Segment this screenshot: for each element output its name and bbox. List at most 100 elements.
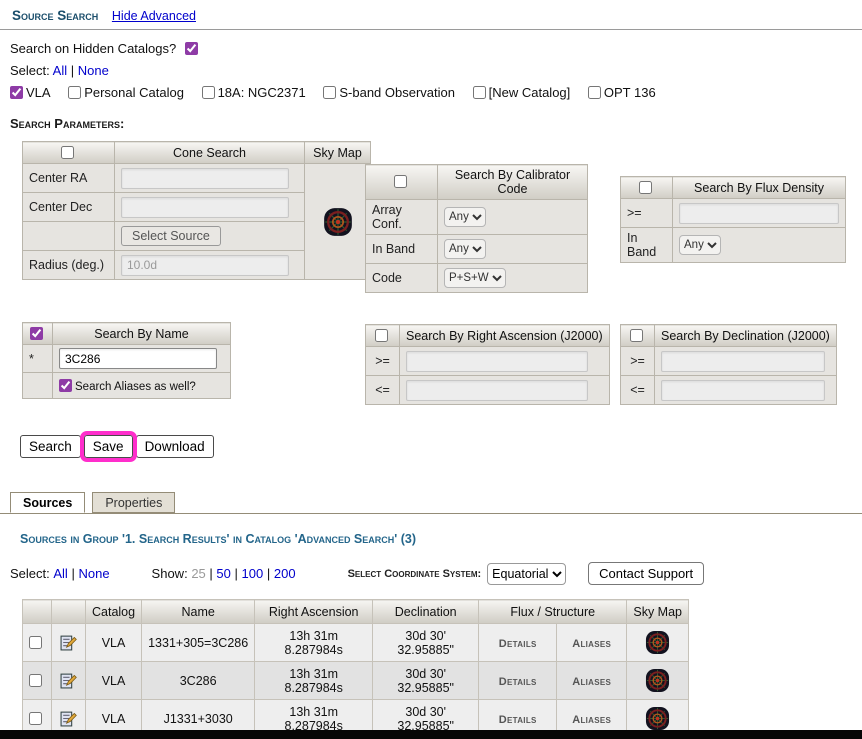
catalog-checkbox-new[interactable]: [473, 86, 486, 99]
cell-ra: 13h 31m 8.287984s: [255, 624, 373, 662]
sky-map-icon[interactable]: [323, 207, 353, 237]
cell-ra: 13h 31m 8.287984s: [255, 662, 373, 700]
results-controls-row: Select: All | None Show: 25 | 50 | 100 |…: [10, 562, 862, 585]
sky-map-icon[interactable]: [645, 706, 670, 731]
name-enable-checkbox[interactable]: [30, 327, 43, 340]
edit-icon[interactable]: [60, 672, 77, 689]
catalog-checkbox-18a[interactable]: [202, 86, 215, 99]
cell-dec: 30d 30' 32.95885": [373, 624, 479, 662]
catalog-checkbox-row: VLA Personal Catalog 18A: NGC2371 S-band…: [10, 85, 862, 100]
search-aliases-option[interactable]: Search Aliases as well?: [59, 379, 196, 393]
sources-table-header: Catalog Name Right Ascension Declination…: [23, 600, 689, 624]
results-select-none-link[interactable]: None: [78, 566, 109, 581]
hidden-catalogs-row: Search on Hidden Catalogs?: [10, 41, 862, 56]
ra-search-title: Search By Right Ascension (J2000): [400, 325, 610, 347]
cone-search-panel: Cone Search Sky Map Center RA Cent: [22, 141, 371, 280]
hide-advanced-link[interactable]: Hide Advanced: [112, 9, 196, 23]
details-link[interactable]: Details: [499, 714, 537, 726]
row-checkbox[interactable]: [29, 712, 42, 725]
row-checkbox[interactable]: [29, 674, 42, 687]
dec-ge-input[interactable]: [661, 351, 825, 372]
radius-label: Radius (deg.): [23, 251, 115, 280]
aliases-link[interactable]: Aliases: [572, 714, 611, 726]
dec-enable-checkbox[interactable]: [630, 329, 643, 342]
header-ra: Right Ascension: [255, 600, 373, 624]
cell-name: 1331+305=3C286: [142, 624, 255, 662]
results-select-all-link[interactable]: All: [53, 566, 67, 581]
select-all-catalogs-link[interactable]: All: [53, 63, 67, 78]
name-search-panel: Search By Name * Search Aliases as well?: [22, 322, 231, 399]
catalog-option-sband[interactable]: S-band Observation: [323, 85, 455, 100]
show-50-link[interactable]: 50: [216, 566, 230, 581]
catalog-option-opt136[interactable]: OPT 136: [588, 85, 656, 100]
catalog-checkbox-vla[interactable]: [10, 86, 23, 99]
empty-cell: [23, 222, 115, 251]
catalog-checkbox-sband[interactable]: [323, 86, 336, 99]
results-section: SourcesProperties Sources in Group '1. S…: [0, 491, 862, 738]
edit-icon[interactable]: [60, 634, 77, 651]
ra-ge-label: >=: [366, 347, 400, 376]
coordinate-system-select[interactable]: Equatorial: [487, 563, 566, 585]
search-panels: Cone Search Sky Map Center RA Cent: [10, 141, 862, 419]
catalog-option-18a[interactable]: 18A: NGC2371: [202, 85, 306, 100]
row-checkbox[interactable]: [29, 636, 42, 649]
calibrator-enable-checkbox[interactable]: [394, 175, 407, 188]
name-required-marker: *: [23, 345, 53, 373]
sky-map-icon[interactable]: [645, 630, 670, 655]
details-link[interactable]: Details: [499, 638, 537, 650]
catalog-checkbox-personal[interactable]: [68, 86, 81, 99]
aliases-link[interactable]: Aliases: [572, 638, 611, 650]
dec-le-input[interactable]: [661, 380, 825, 401]
search-aliases-label: Search Aliases as well?: [75, 381, 196, 393]
header-flux-structure: Flux / Structure: [479, 600, 627, 624]
ra-enable-checkbox[interactable]: [375, 329, 388, 342]
center-ra-input[interactable]: [121, 168, 289, 189]
edit-icon[interactable]: [60, 710, 77, 727]
name-input[interactable]: [59, 348, 217, 369]
tab-sources[interactable]: Sources: [10, 492, 85, 513]
flux-enable-checkbox[interactable]: [639, 181, 652, 194]
flux-ge-input[interactable]: [679, 203, 839, 224]
calib-in-band-label: In Band: [366, 235, 438, 264]
ra-le-input[interactable]: [406, 380, 588, 401]
catalog-option-vla[interactable]: VLA: [10, 85, 51, 100]
dec-search-panel: Search By Declination (J2000) >= <=: [620, 324, 837, 405]
name-search-title: Search By Name: [53, 323, 231, 345]
dec-search-title: Search By Declination (J2000): [655, 325, 837, 347]
catalog-checkbox-opt136[interactable]: [588, 86, 601, 99]
catalog-option-personal[interactable]: Personal Catalog: [68, 85, 184, 100]
contact-support-button[interactable]: Contact Support: [588, 562, 704, 585]
cell-name: 3C286: [142, 662, 255, 700]
select-none-catalogs-link[interactable]: None: [78, 63, 109, 78]
calib-in-band-select[interactable]: Any: [444, 239, 486, 259]
show-100-link[interactable]: 100: [242, 566, 264, 581]
save-button[interactable]: Save: [84, 435, 133, 458]
select-source-button[interactable]: Select Source: [121, 226, 221, 246]
cell-catalog: VLA: [86, 662, 142, 700]
center-dec-input[interactable]: [121, 197, 289, 218]
hidden-catalogs-checkbox[interactable]: [185, 42, 198, 55]
header-dec: Declination: [373, 600, 479, 624]
array-conf-select[interactable]: Any: [444, 207, 486, 227]
flux-density-panel: Search By Flux Density >= In Band Any: [620, 176, 846, 263]
code-select[interactable]: P+S+W: [444, 268, 506, 288]
search-form: Search on Hidden Catalogs? Select: All |…: [0, 30, 862, 469]
aliases-link[interactable]: Aliases: [572, 676, 611, 688]
header-sky-map: Sky Map: [627, 600, 689, 624]
ra-ge-input[interactable]: [406, 351, 588, 372]
details-link[interactable]: Details: [499, 676, 537, 688]
empty-cell: [23, 373, 53, 399]
code-label: Code: [366, 264, 438, 293]
flux-in-band-select[interactable]: Any: [679, 235, 721, 255]
sky-map-icon[interactable]: [645, 668, 670, 693]
radius-input[interactable]: [121, 255, 289, 276]
catalog-option-new[interactable]: [New Catalog]: [473, 85, 571, 100]
tab-properties[interactable]: Properties: [92, 492, 175, 513]
search-aliases-checkbox[interactable]: [59, 379, 72, 392]
search-button[interactable]: Search: [20, 435, 81, 458]
cone-search-enable-checkbox[interactable]: [61, 146, 74, 159]
cone-sky-map-header: Sky Map: [305, 142, 371, 164]
download-button[interactable]: Download: [136, 435, 214, 458]
show-200-link[interactable]: 200: [274, 566, 296, 581]
flux-title: Search By Flux Density: [673, 177, 846, 199]
